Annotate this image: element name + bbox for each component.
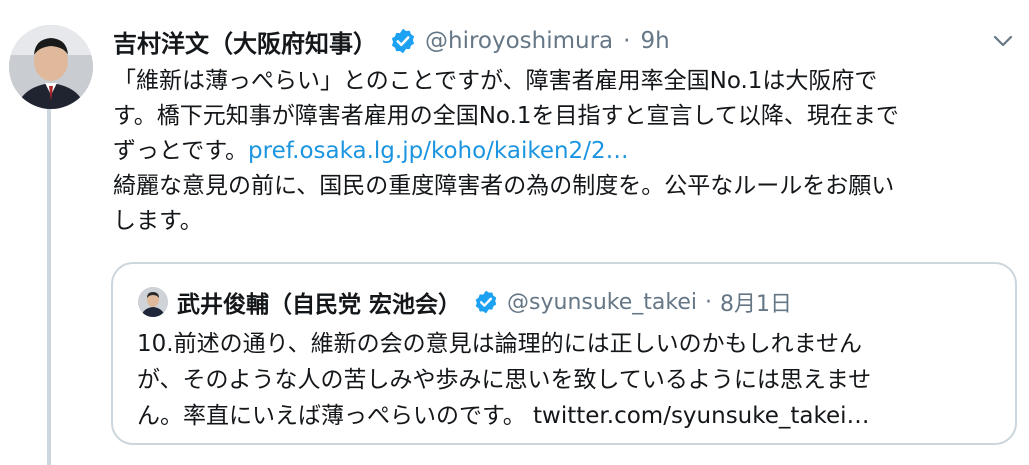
separator-dot: · — [623, 28, 631, 54]
author-handle[interactable]: @hiroyoshimura — [425, 28, 613, 54]
quoted-author-handle: @syunsuke_takei — [507, 289, 697, 315]
quoted-text-line: 10.前述の通り、維新の会の意見は論理的には正しいのかもしれません — [137, 331, 862, 357]
tweet-text-fragment: ずっとです。 — [113, 138, 249, 164]
person-photo-avatar-icon — [9, 25, 93, 109]
separator-dot: · — [705, 289, 712, 315]
tweet-header: 吉村洋文（大阪府知事） @hiroyoshimura · 9h — [113, 22, 670, 60]
quoted-tweet-header: 武井俊輔（自民党 宏池会） @syunsuke_takei · 8月1日 — [177, 282, 792, 322]
quoted-text-line: が、そのような人の苦しみや歩みに思いを致しているようには思えませ — [137, 367, 872, 393]
quoted-tweet-text: 10.前述の通り、維新の会の意見は論理的には正しいのかもしれません が、そのよう… — [137, 326, 1007, 434]
tweet-text-line: 綺麗な意見の前に、国民の重度障害者の為の制度を。公平なルールをお願い — [113, 173, 895, 199]
person-photo-avatar-icon — [138, 287, 168, 317]
verified-badge-icon — [473, 289, 499, 315]
quoted-author-name: 武井俊輔（自民党 宏池会） — [177, 292, 462, 318]
author-avatar[interactable] — [9, 25, 93, 109]
quoted-text-line: ん。率直にいえば薄っぺらいのです。 twitter.com/syunsuke_t… — [137, 403, 870, 429]
quoted-tweet-card[interactable]: 武井俊輔（自民党 宏池会） @syunsuke_takei · 8月1日 10.… — [111, 262, 1017, 445]
verified-badge-icon — [389, 27, 417, 55]
tweet-text: 「維新は薄っぺらい」とのことですが、障害者雇用率全国No.1は大阪府で す。橋下… — [113, 64, 1013, 239]
quoted-author-avatar — [138, 287, 168, 317]
tweet-timestamp[interactable]: 9h — [640, 28, 669, 54]
author-name[interactable]: 吉村洋文（大阪府知事） — [113, 24, 377, 59]
tweet-text-line: します。 — [113, 208, 203, 234]
tweet-text-line: 「維新は薄っぺらい」とのことですが、障害者雇用率全国No.1は大阪府で — [113, 68, 878, 94]
tweet-text-line: ずっとです。pref.osaka.lg.jp/koho/kaiken2/2… — [113, 134, 1013, 169]
tweet-link[interactable]: pref.osaka.lg.jp/koho/kaiken2/2… — [248, 138, 629, 164]
chevron-down-icon[interactable] — [991, 32, 1015, 50]
thread-connector-line — [47, 100, 51, 465]
tweet-text-line: す。橋下元知事が障害者雇用の全国No.1を目指すと宣言して以降、現在まで — [113, 103, 899, 129]
quoted-tweet-timestamp: 8月1日 — [720, 292, 792, 317]
